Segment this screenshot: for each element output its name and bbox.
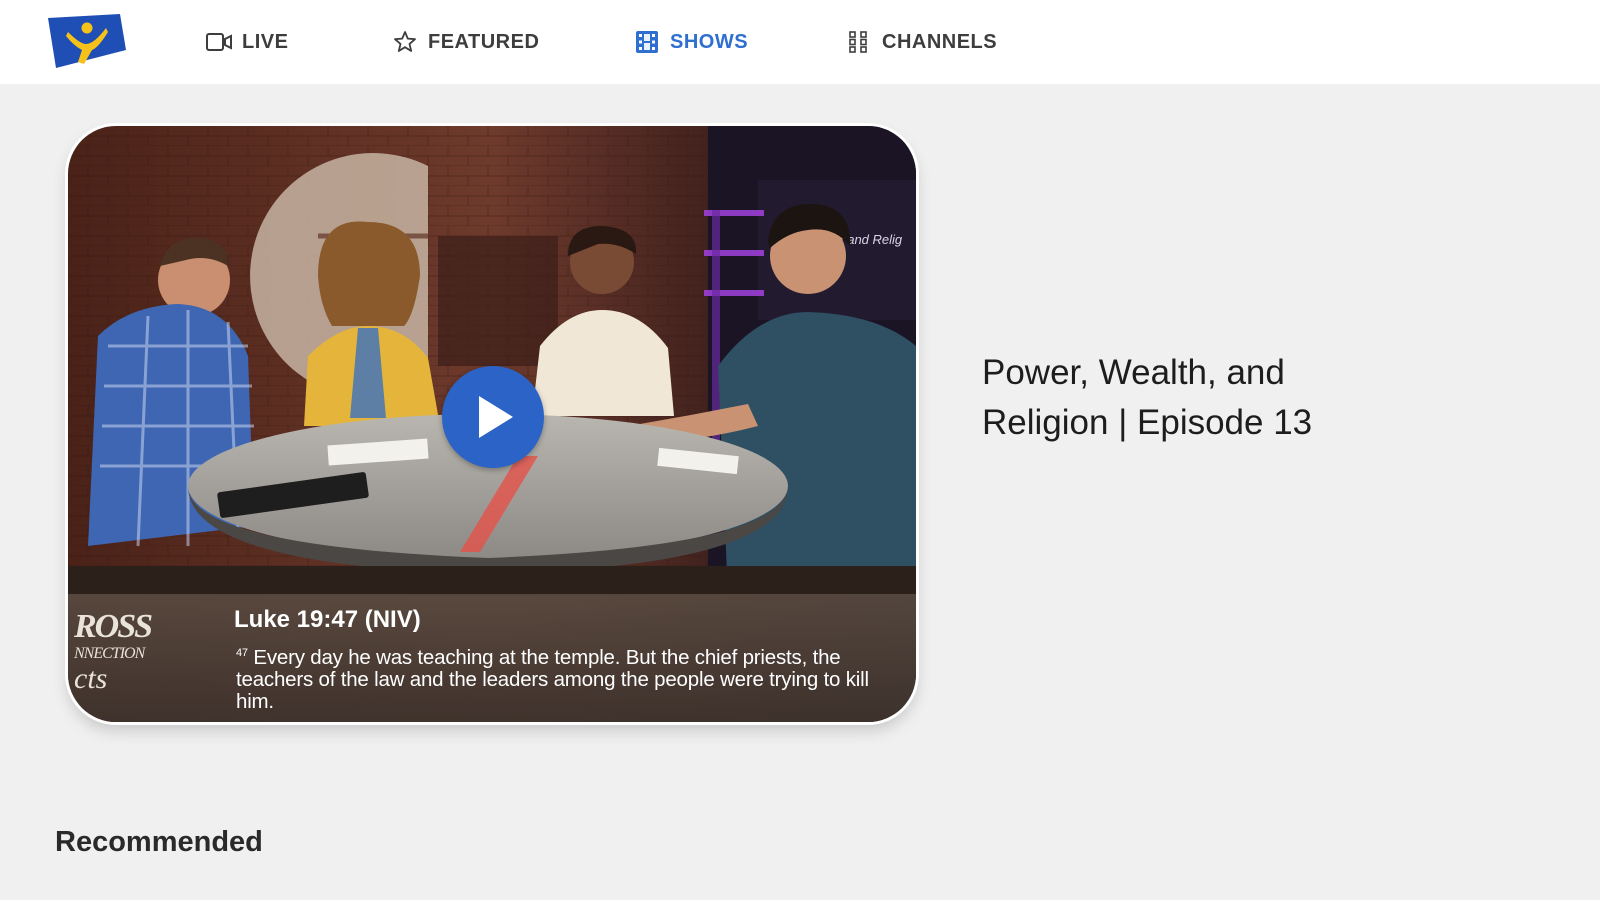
- brand-line-3: cts: [74, 662, 108, 695]
- nav-shows-label: SHOWS: [670, 30, 749, 53]
- star-icon: [392, 29, 418, 55]
- nav-channels-label: CHANNELS: [882, 30, 998, 53]
- nav-shows[interactable]: SHOWS: [634, 26, 748, 58]
- nav-featured-label: FEATURED: [428, 30, 540, 53]
- nav-featured[interactable]: FEATURED: [392, 26, 539, 58]
- recommended-section-title: Recommended: [55, 826, 263, 858]
- film-icon: [634, 29, 660, 55]
- nav-live[interactable]: LIVE: [206, 26, 288, 58]
- scripture-caption-bar: ROSS NNECTION cts Luke 19:47 (NIV) 47 Ev…: [68, 594, 916, 722]
- play-icon: [479, 396, 513, 438]
- show-brand-mark: ROSS NNECTION cts: [74, 610, 194, 694]
- brand-line-1: ROSS: [74, 608, 153, 645]
- top-navigation-bar: LIVE FEATURED SHOWS CHANNELS: [0, 0, 1600, 84]
- network-logo-icon[interactable]: [46, 14, 128, 70]
- nav-live-label: LIVE: [242, 30, 289, 53]
- play-button[interactable]: [442, 366, 544, 468]
- grid-icon: [846, 29, 872, 55]
- scripture-reference: Luke 19:47 (NIV): [234, 606, 421, 633]
- scripture-verse-text: Every day he was teaching at the temple.…: [236, 645, 869, 713]
- verse-number: 47: [236, 647, 248, 659]
- episode-title: Power, Wealth, and Religion | Episode 13: [982, 353, 1313, 442]
- nav-channels[interactable]: CHANNELS: [846, 26, 997, 58]
- brand-line-2: NNECTION: [74, 645, 145, 662]
- hero-video-card[interactable]: t and Relig ROSS NNECTION cts Luke 19:47…: [68, 126, 916, 722]
- scripture-verse: 47 Every day he was teaching at the temp…: [236, 642, 908, 713]
- video-camera-icon: [206, 29, 232, 55]
